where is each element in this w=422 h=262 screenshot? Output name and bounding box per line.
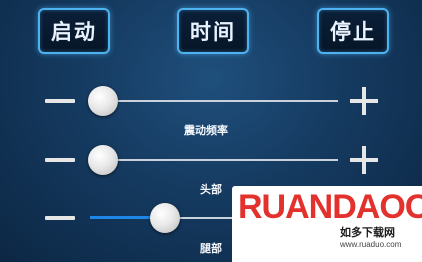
watermark-logo: RUANDAOO 如多下载网 www.ruaduo.com bbox=[232, 186, 422, 262]
watermark-url: www.ruaduo.com bbox=[340, 240, 402, 249]
increase-vibration-button[interactable] bbox=[350, 87, 378, 115]
time-button[interactable]: 时间 bbox=[177, 8, 249, 54]
head-label: 头部 bbox=[200, 183, 222, 196]
head-slider-knob[interactable] bbox=[88, 145, 118, 175]
start-button[interactable]: 启动 bbox=[38, 8, 110, 54]
decrease-leg-button[interactable] bbox=[45, 216, 75, 220]
leg-slider-knob[interactable] bbox=[150, 203, 180, 233]
vibration-frequency-label: 震动频率 bbox=[184, 124, 228, 137]
decrease-head-button[interactable] bbox=[45, 158, 75, 162]
watermark-tagline: 如多下载网 bbox=[340, 226, 395, 239]
decrease-vibration-button[interactable] bbox=[45, 99, 75, 103]
stop-button[interactable]: 停止 bbox=[317, 8, 389, 54]
vibration-slider-track[interactable] bbox=[90, 100, 338, 102]
watermark-logo-text: RUANDAOO bbox=[238, 188, 422, 226]
leg-label: 腿部 bbox=[200, 242, 222, 255]
increase-head-button[interactable] bbox=[350, 146, 378, 174]
vibration-slider-knob[interactable] bbox=[88, 86, 118, 116]
head-slider-track[interactable] bbox=[90, 159, 338, 161]
leg-slider-fill bbox=[90, 216, 152, 219]
